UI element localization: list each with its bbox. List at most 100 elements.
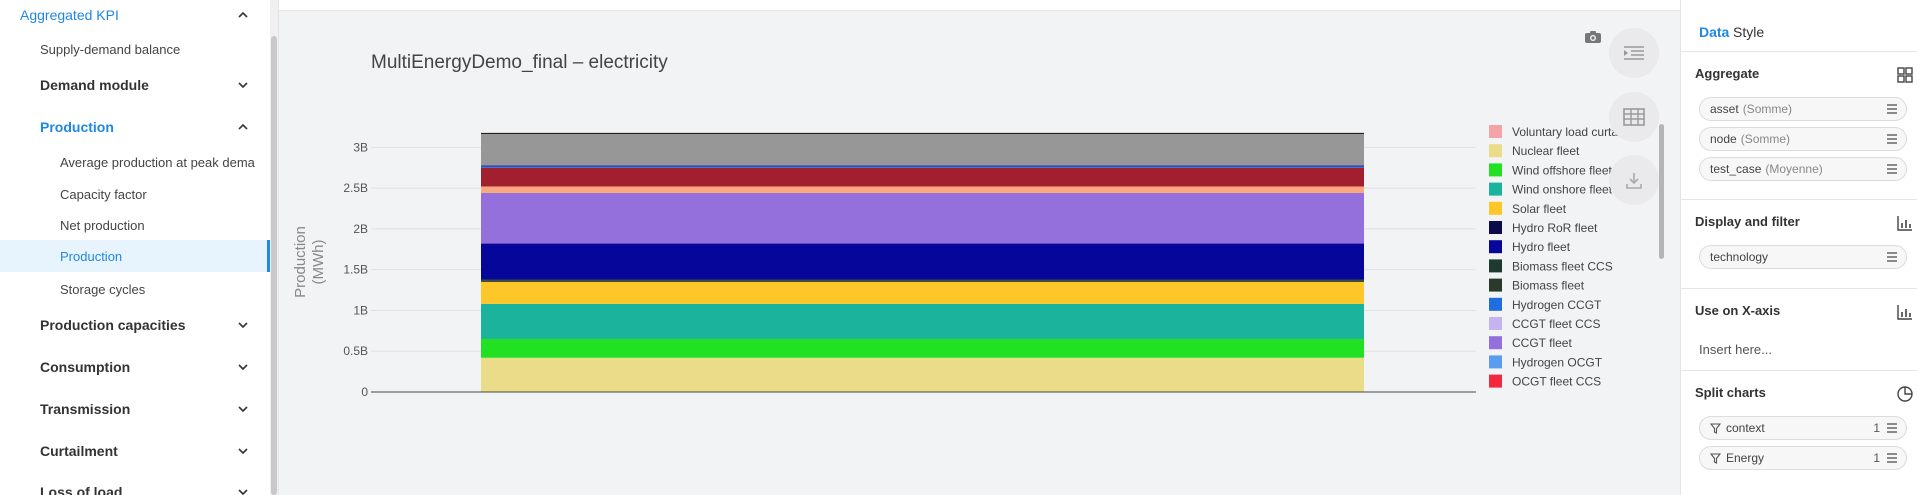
sidebar-item-supply-demand-balance[interactable]: Supply-demand balance (0, 38, 270, 60)
menu-icon[interactable] (1886, 422, 1898, 434)
list-indent-icon (1624, 46, 1644, 60)
chevron-up-icon (236, 120, 250, 134)
main-area: MultiEnergyDemo_final – electricity 0 0.5… (278, 0, 1680, 495)
chart-scrollbar[interactable] (1659, 124, 1664, 259)
chart-bars (481, 132, 1364, 392)
sidebar-item-label: Net production (60, 217, 145, 233)
bar-segment (481, 338, 1364, 358)
legend-label: Wind onshore fleet (1512, 183, 1613, 197)
bar-segment (481, 186, 1364, 193)
split-pill-energy[interactable]: Energy 1 (1699, 446, 1907, 470)
sidebar-item-avg-production-peak[interactable]: Average production at peak demand (0, 151, 255, 173)
menu-icon[interactable] (1886, 452, 1898, 464)
x-axis-section: Use on X-axis Insert here... (1681, 289, 1917, 371)
list-view-button[interactable] (1609, 28, 1659, 78)
legend-swatch (1489, 355, 1502, 369)
split-pill-context[interactable]: context 1 (1699, 416, 1907, 440)
legend-label: Hydro fleet (1512, 240, 1571, 254)
legend-swatch (1489, 374, 1502, 388)
sidebar-scrollbar-thumb[interactable] (271, 36, 277, 495)
sidebar-item-label: Production capacities (40, 317, 186, 333)
sidebar-item-label: Storage cycles (60, 281, 146, 297)
sidebar-item-label: Transmission (40, 401, 131, 417)
bar-segment (481, 303, 1364, 339)
display-filter-title: Display and filter (1695, 214, 1800, 229)
bar-segment (481, 281, 1364, 304)
filter-pill-technology[interactable]: technology (1699, 245, 1907, 269)
bar-segment (481, 165, 1364, 167)
chevron-down-icon (236, 402, 250, 416)
bar-segment (481, 192, 1364, 244)
split-charts-title: Split charts (1695, 385, 1766, 400)
download-icon (1626, 173, 1642, 189)
sidebar-item-production-capacities[interactable]: Production capacities (0, 314, 270, 336)
sidebar-item-production[interactable]: Production (0, 116, 270, 138)
sidebar-item-aggregated-kpi[interactable]: Aggregated KPI (0, 4, 270, 26)
sidebar-item-consumption[interactable]: Consumption (0, 356, 270, 378)
table-icon (1623, 108, 1645, 126)
y-tick-label: 2.5B (343, 181, 368, 195)
y-tick-label: 3B (353, 140, 368, 154)
y-tick-label: 0.5B (343, 344, 368, 358)
menu-icon[interactable] (1886, 163, 1898, 175)
sidebar-item-label: Average production at peak demand (60, 154, 255, 170)
table-view-button[interactable] (1609, 92, 1659, 142)
chevron-down-icon (236, 78, 250, 92)
legend-label: Hydrogen OCGT (1512, 355, 1603, 369)
chevron-down-icon (236, 485, 250, 495)
chevron-down-icon (236, 360, 250, 374)
grid-icon[interactable] (1896, 66, 1914, 84)
x-axis-drop-zone[interactable]: Insert here... (1699, 342, 1772, 357)
sidebar-item-net-production[interactable]: Net production (0, 214, 255, 236)
app-window: Aggregated KPI Supply-demand balance Dem… (0, 0, 1917, 495)
pill-name: test_case (1710, 162, 1762, 176)
pie-chart-icon[interactable] (1896, 385, 1914, 403)
sidebar-scrollbar[interactable] (270, 0, 278, 495)
camera-icon[interactable] (1584, 30, 1602, 44)
legend-label: CCGT fleet CCS (1512, 317, 1600, 331)
sidebar-item-transmission[interactable]: Transmission (0, 398, 270, 420)
y-axis-title: Production(MWh) (292, 226, 327, 298)
legend-label: Hydrogen CCGT (1512, 298, 1602, 312)
menu-icon[interactable] (1886, 133, 1898, 145)
bar-segment (481, 279, 1364, 281)
split-charts-section: Split charts context 1 Energy 1 (1681, 371, 1917, 495)
pill-count: 1 (1873, 421, 1880, 435)
y-tick-label: 0 (361, 385, 368, 399)
legend-label: Wind offshore fleet (1512, 163, 1612, 177)
sidebar-item-storage-cycles[interactable]: Storage cycles (0, 278, 255, 300)
legend-swatch (1489, 297, 1502, 311)
legend-swatch (1489, 182, 1502, 196)
sidebar-item-capacity-factor[interactable]: Capacity factor (0, 183, 255, 205)
chevron-up-icon (236, 8, 250, 22)
chevron-down-icon (236, 444, 250, 458)
legend-label: OCGT fleet CCS (1512, 375, 1601, 389)
sidebar-item-label: Consumption (40, 359, 131, 375)
menu-icon[interactable] (1886, 251, 1898, 263)
legend-label: Biomass fleet CCS (1512, 259, 1613, 273)
sidebar-item-loss-of-load[interactable]: Loss of load (0, 481, 270, 495)
panel-tabs: Data Style (1681, 0, 1917, 52)
y-tick-label: 1.5B (343, 263, 368, 277)
legend-swatch (1489, 125, 1502, 138)
aggregate-pill-asset[interactable]: asset (Somme) (1699, 97, 1907, 121)
aggregate-pill-test-case[interactable]: test_case (Moyenne) (1699, 157, 1907, 181)
download-button[interactable] (1609, 155, 1659, 205)
tab-style[interactable]: Style (1733, 24, 1764, 40)
sidebar-item-label: Loss of load (40, 484, 123, 495)
pill-aggregation: (Somme) (1740, 132, 1791, 146)
tab-data[interactable]: Data (1699, 24, 1729, 40)
sidebar-item-production-selected[interactable]: Production (0, 240, 270, 272)
pill-name: node (1710, 132, 1737, 146)
sidebar-item-label: Curtailment (40, 443, 118, 459)
filter-icon (1710, 452, 1721, 464)
bar-chart-icon[interactable] (1896, 214, 1914, 232)
sidebar-item-curtailment[interactable]: Curtailment (0, 440, 270, 462)
aggregate-pill-node[interactable]: node (Somme) (1699, 127, 1907, 151)
sidebar-item-demand-module[interactable]: Demand module (0, 74, 270, 96)
y-tick-label: 2B (353, 222, 368, 236)
menu-icon[interactable] (1886, 103, 1898, 115)
pill-count: 1 (1873, 451, 1880, 465)
bar-chart-icon[interactable] (1896, 303, 1914, 321)
sidebar-item-label: Demand module (40, 77, 149, 93)
